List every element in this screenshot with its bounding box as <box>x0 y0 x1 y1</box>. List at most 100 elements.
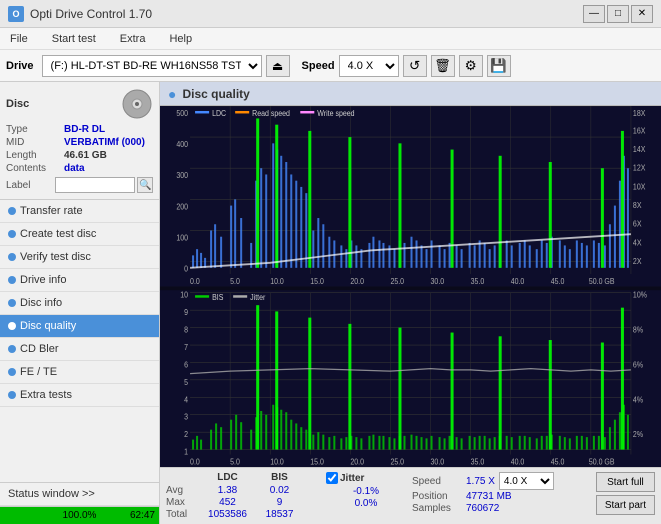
stats-bar: LDC BIS Avg 1.38 0.02 Max 452 9 Total 10… <box>160 467 661 524</box>
menu-extra[interactable]: Extra <box>114 31 152 47</box>
svg-text:45.0: 45.0 <box>551 457 565 467</box>
svg-text:16X: 16X <box>633 126 646 136</box>
disc-contents-row: Contents data <box>6 163 153 174</box>
max-label: Max <box>166 497 198 508</box>
avg-label: Avg <box>166 485 198 496</box>
svg-text:4X: 4X <box>633 238 642 248</box>
sidebar-item-drive-info[interactable]: Drive info <box>0 269 159 292</box>
disc-icon <box>121 88 153 120</box>
svg-text:40.0: 40.0 <box>511 276 525 286</box>
nav-dot-extra-tests <box>8 391 16 399</box>
status-window-label: Status window >> <box>8 488 95 500</box>
save-button[interactable]: 💾 <box>487 55 511 77</box>
disc-label-button[interactable]: 🔍 <box>137 177 153 193</box>
minimize-button[interactable]: — <box>583 5 605 23</box>
svg-text:0: 0 <box>184 264 188 274</box>
ldc-header: LDC <box>200 472 255 483</box>
erase-button[interactable]: 🗑 <box>431 55 455 77</box>
start-full-button[interactable]: Start full <box>596 472 655 492</box>
svg-text:1: 1 <box>184 447 188 457</box>
eject-button[interactable]: ⏏ <box>266 55 290 77</box>
sidebar-item-verify-test-disc[interactable]: Verify test disc <box>0 246 159 269</box>
svg-text:6: 6 <box>184 360 188 370</box>
start-part-button[interactable]: Start part <box>596 495 655 515</box>
svg-text:3: 3 <box>184 412 188 422</box>
speed-select[interactable]: 4.0 X <box>339 55 399 77</box>
speed-value-stat: 1.75 X <box>466 476 495 487</box>
svg-text:40.0: 40.0 <box>511 457 525 467</box>
avg-jitter: -0.1% <box>326 486 406 497</box>
app-title: Opti Drive Control 1.70 <box>30 7 152 21</box>
menu-help[interactable]: Help <box>163 31 198 47</box>
nav-dot-create <box>8 230 16 238</box>
max-ldc: 452 <box>200 497 255 508</box>
status-window-button[interactable]: Status window >> <box>0 483 159 506</box>
nav-label-verify-test: Verify test disc <box>20 251 91 263</box>
menu-file[interactable]: File <box>4 31 34 47</box>
sidebar-item-fe-te[interactable]: FE / TE <box>0 361 159 384</box>
svg-text:200: 200 <box>176 202 188 212</box>
disc-label-row: Label 🔍 <box>6 177 153 193</box>
svg-text:LDC: LDC <box>212 108 226 118</box>
nav-dot-transfer <box>8 207 16 215</box>
status-section: Status window >> 100.0% 62:47 <box>0 482 159 524</box>
disc-label-input[interactable] <box>55 177 135 193</box>
svg-text:15.0: 15.0 <box>310 457 324 467</box>
sidebar-item-extra-tests[interactable]: Extra tests <box>0 384 159 407</box>
sidebar-item-disc-info[interactable]: Disc info <box>0 292 159 315</box>
speed-label: Speed <box>302 60 335 72</box>
nav-label-cd-bler: CD Bler <box>20 343 59 355</box>
nav-label-create-test: Create test disc <box>20 228 96 240</box>
position-stats: Speed 1.75 X 4.0 X Position 47731 MB Sam… <box>412 472 554 514</box>
svg-text:15.0: 15.0 <box>310 276 324 286</box>
maximize-button[interactable]: □ <box>607 5 629 23</box>
sidebar-item-create-test-disc[interactable]: Create test disc <box>0 223 159 246</box>
drive-select[interactable]: (F:) HL-DT-ST BD-RE WH16NS58 TST4 <box>42 55 262 77</box>
svg-text:BIS: BIS <box>212 292 223 302</box>
svg-text:35.0: 35.0 <box>471 276 485 286</box>
disc-length: 46.61 GB <box>64 150 107 161</box>
svg-text:4: 4 <box>184 395 188 405</box>
svg-text:50.0 GB: 50.0 GB <box>589 276 615 286</box>
app-icon: O <box>8 6 24 22</box>
sidebar: Disc Type BD-R DL MID VERBATIMf (000) Le… <box>0 82 160 524</box>
bis-header: BIS <box>257 472 302 483</box>
svg-text:10.0: 10.0 <box>270 276 284 286</box>
settings-button[interactable]: ⚙ <box>459 55 483 77</box>
close-button[interactable]: ✕ <box>631 5 653 23</box>
action-buttons: Start full Start part <box>596 472 655 515</box>
avg-bis: 0.02 <box>257 485 302 496</box>
svg-text:20.0: 20.0 <box>350 457 364 467</box>
svg-text:2%: 2% <box>633 429 643 439</box>
svg-text:20.0: 20.0 <box>350 276 364 286</box>
speed-select-stat[interactable]: 4.0 X <box>499 472 554 490</box>
sidebar-item-disc-quality[interactable]: Disc quality <box>0 315 159 338</box>
svg-text:7: 7 <box>184 342 188 352</box>
svg-text:8: 8 <box>184 325 188 335</box>
time-display: 62:47 <box>130 507 155 524</box>
disc-length-row: Length 46.61 GB <box>6 150 153 161</box>
svg-text:35.0: 35.0 <box>471 457 485 467</box>
progress-bar-container: 100.0% 62:47 <box>0 506 159 524</box>
svg-text:10.0: 10.0 <box>270 457 284 467</box>
charts-area: 500 400 300 200 100 0 18X 16X 14X 12X 10… <box>160 106 661 467</box>
menu-start-test[interactable]: Start test <box>46 31 102 47</box>
window-controls: — □ ✕ <box>583 5 653 23</box>
sidebar-item-transfer-rate[interactable]: Transfer rate <box>0 200 159 223</box>
svg-text:6%: 6% <box>633 360 643 370</box>
avg-ldc: 1.38 <box>200 485 255 496</box>
svg-text:45.0: 45.0 <box>551 276 565 286</box>
nav-dot-verify <box>8 253 16 261</box>
svg-text:2X: 2X <box>633 256 642 266</box>
svg-text:2: 2 <box>184 429 188 439</box>
svg-text:4%: 4% <box>633 395 643 405</box>
sidebar-item-cd-bler[interactable]: CD Bler <box>0 338 159 361</box>
disc-type: BD-R DL <box>64 124 105 135</box>
nav-label-extra-tests: Extra tests <box>20 389 72 401</box>
disc-contents: data <box>64 163 85 174</box>
svg-text:500: 500 <box>176 108 188 118</box>
total-bis: 18537 <box>257 509 302 520</box>
nav-dot-fe-te <box>8 368 16 376</box>
refresh-button[interactable]: ↺ <box>403 55 427 77</box>
jitter-checkbox[interactable] <box>326 472 338 484</box>
